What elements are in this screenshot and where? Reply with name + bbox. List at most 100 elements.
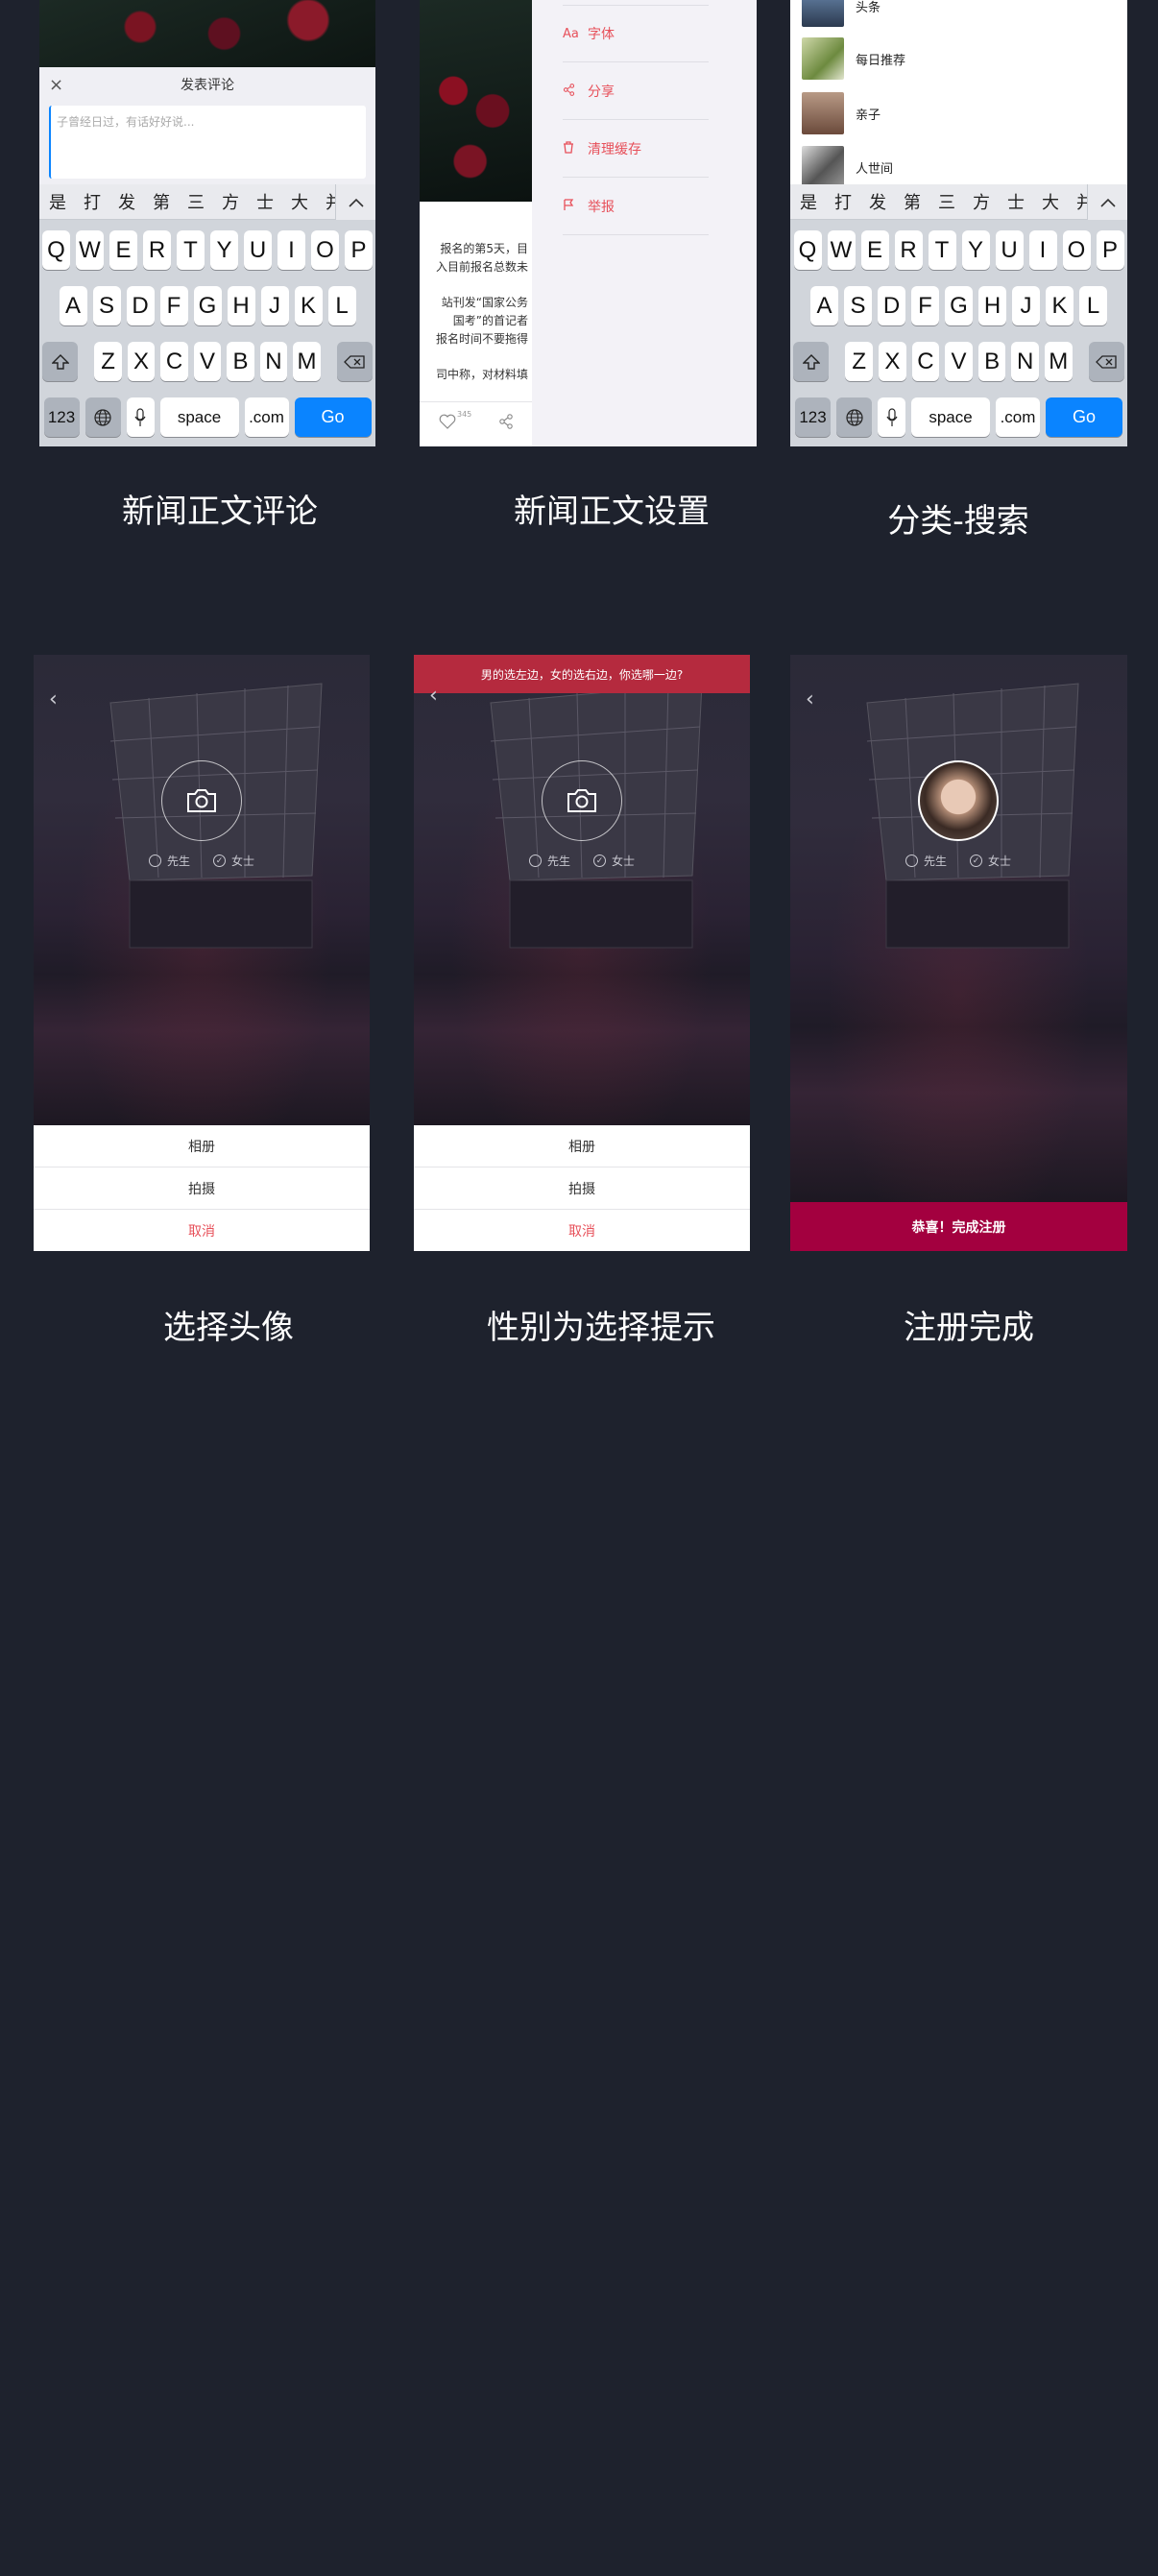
key-n[interactable]: N: [1011, 342, 1039, 381]
suggestion-1[interactable]: 打: [84, 189, 101, 214]
key-a[interactable]: A: [59, 286, 87, 325]
gender-male-option[interactable]: 先生: [528, 853, 570, 869]
comment-input[interactable]: 子曾经日过，有话好好说...: [49, 106, 366, 179]
suggestion-3[interactable]: 第: [153, 189, 170, 214]
menu-item-report[interactable]: 举报: [563, 179, 709, 235]
globe-icon[interactable]: [836, 397, 872, 437]
key-z[interactable]: Z: [94, 342, 122, 381]
backspace-icon[interactable]: [336, 342, 374, 381]
globe-icon[interactable]: [84, 397, 121, 437]
key-w[interactable]: W: [827, 230, 856, 270]
key-g[interactable]: G: [193, 286, 222, 325]
suggestion-7[interactable]: 大: [291, 189, 308, 214]
key-d[interactable]: D: [878, 286, 905, 325]
back-icon[interactable]: ‹: [806, 687, 814, 711]
camera-icon[interactable]: [542, 760, 622, 841]
microphone-icon[interactable]: [126, 397, 155, 437]
key-z[interactable]: Z: [845, 342, 874, 381]
space-key[interactable]: space: [159, 397, 239, 437]
key-k[interactable]: K: [1046, 286, 1074, 325]
key-v[interactable]: V: [945, 342, 973, 381]
chevron-up-icon[interactable]: [335, 184, 375, 220]
key-g[interactable]: G: [945, 286, 973, 325]
shift-icon[interactable]: [42, 342, 79, 381]
suggestion-5[interactable]: 方: [222, 189, 239, 214]
key-b[interactable]: B: [227, 342, 254, 381]
chevron-up-icon[interactable]: [1087, 184, 1127, 220]
key-o[interactable]: O: [1062, 230, 1091, 270]
key-k[interactable]: K: [294, 286, 323, 325]
suggestion-6[interactable]: 士: [1007, 189, 1025, 214]
key-u[interactable]: U: [995, 230, 1024, 270]
gender-female-option[interactable]: ✓ 女士: [213, 853, 254, 869]
suggestion-7[interactable]: 大: [1042, 189, 1059, 214]
like-icon[interactable]: [439, 414, 456, 433]
key-f[interactable]: F: [159, 286, 188, 325]
gender-male-option[interactable]: 先生: [148, 853, 190, 869]
register-done-button[interactable]: 恭喜！完成注册: [790, 1202, 1127, 1251]
suggestion-4[interactable]: 三: [187, 189, 205, 214]
gender-female-option[interactable]: ✓ 女士: [970, 853, 1011, 869]
key-r[interactable]: R: [894, 230, 923, 270]
menu-item-clear-cache[interactable]: 清理缓存: [563, 121, 709, 178]
camera-icon[interactable]: [161, 760, 242, 841]
key-e[interactable]: E: [860, 230, 889, 270]
key-l[interactable]: L: [327, 286, 356, 325]
gender-female-option[interactable]: ✓ 女士: [593, 853, 635, 869]
go-button[interactable]: Go: [1046, 397, 1122, 437]
suggestion-6[interactable]: 士: [256, 189, 274, 214]
category-item[interactable]: 头条: [802, 0, 881, 29]
key-x[interactable]: X: [879, 342, 906, 381]
sheet-shoot-button[interactable]: 拍摄: [34, 1168, 370, 1210]
close-icon[interactable]: ×: [49, 75, 63, 95]
key-j[interactable]: J: [260, 286, 289, 325]
dotcom-key[interactable]: .com: [244, 397, 289, 437]
key-p[interactable]: P: [1096, 230, 1124, 270]
suggestion-2[interactable]: 发: [869, 189, 886, 214]
dotcom-key[interactable]: .com: [996, 397, 1040, 437]
menu-item-font[interactable]: Aa 字体: [563, 6, 709, 62]
space-key[interactable]: space: [911, 397, 990, 437]
key-h[interactable]: H: [978, 286, 1006, 325]
key-m[interactable]: M: [293, 342, 321, 381]
microphone-icon[interactable]: [878, 397, 905, 437]
key-o[interactable]: O: [311, 230, 339, 270]
shift-icon[interactable]: [793, 342, 830, 381]
key-j[interactable]: J: [1012, 286, 1040, 325]
key-b[interactable]: B: [977, 342, 1006, 381]
sheet-cancel-button[interactable]: 取消: [34, 1210, 370, 1251]
key-c[interactable]: C: [911, 342, 940, 381]
key-y[interactable]: Y: [210, 230, 238, 270]
back-icon[interactable]: ‹: [429, 684, 438, 708]
key-c[interactable]: C: [160, 342, 188, 381]
back-icon[interactable]: ‹: [49, 687, 58, 711]
category-item[interactable]: 人世间: [802, 144, 893, 190]
key-s[interactable]: S: [92, 286, 121, 325]
key-a[interactable]: A: [810, 286, 838, 325]
key-numbers[interactable]: 123: [43, 397, 80, 437]
key-t[interactable]: T: [177, 230, 205, 270]
key-t[interactable]: T: [928, 230, 956, 270]
suggestion-5[interactable]: 方: [973, 189, 990, 214]
key-v[interactable]: V: [193, 342, 222, 381]
backspace-icon[interactable]: [1088, 342, 1124, 381]
key-s[interactable]: S: [844, 286, 872, 325]
key-p[interactable]: P: [345, 230, 373, 270]
key-x[interactable]: X: [127, 342, 156, 381]
category-item[interactable]: 每日推荐: [802, 36, 905, 82]
category-item[interactable]: 亲子: [802, 90, 881, 136]
menu-item-share[interactable]: 分享: [563, 63, 709, 120]
key-n[interactable]: N: [259, 342, 288, 381]
key-l[interactable]: L: [1079, 286, 1107, 325]
key-y[interactable]: Y: [961, 230, 990, 270]
sheet-album-button[interactable]: 相册: [34, 1125, 370, 1168]
key-q[interactable]: Q: [42, 230, 70, 270]
key-w[interactable]: W: [76, 230, 104, 270]
suggestion-4[interactable]: 三: [938, 189, 955, 214]
avatar[interactable]: [918, 760, 999, 841]
suggestion-0[interactable]: 是: [49, 189, 66, 214]
key-d[interactable]: D: [126, 286, 155, 325]
key-numbers[interactable]: 123: [795, 397, 831, 437]
key-e[interactable]: E: [109, 230, 137, 270]
share-icon[interactable]: [498, 414, 514, 433]
